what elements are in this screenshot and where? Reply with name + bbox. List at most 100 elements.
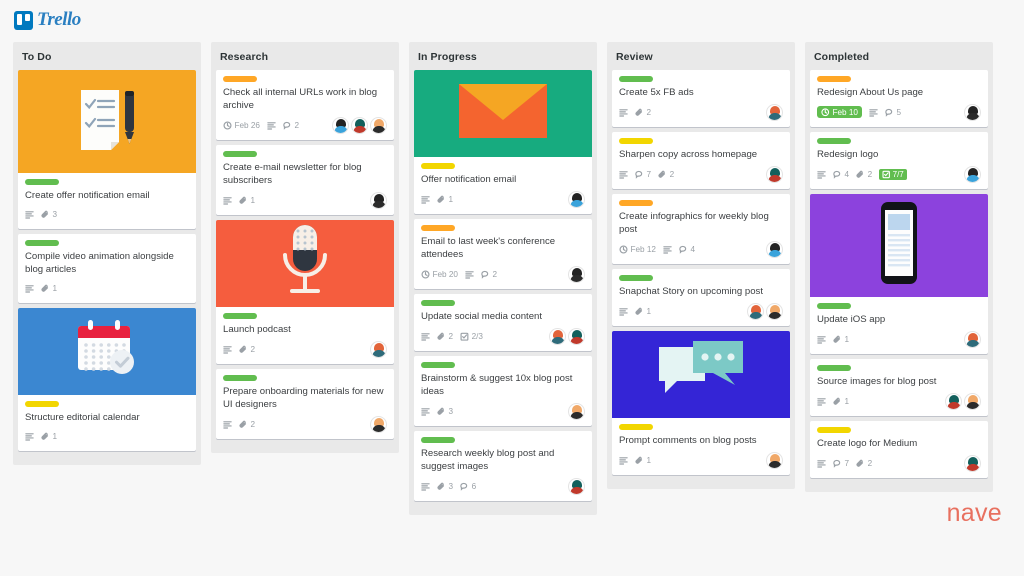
description-meta (817, 335, 826, 344)
board-card[interactable]: Update social media content 2 2/3 (414, 293, 592, 351)
comment-icon (833, 170, 842, 179)
avatar[interactable] (766, 240, 783, 258)
card-label-green[interactable] (421, 361, 455, 368)
column-title[interactable]: In Progress (409, 42, 597, 70)
card-cover[interactable] (612, 330, 790, 418)
card-label-green[interactable] (25, 239, 59, 246)
board-card[interactable]: Create 5x FB ads 2 (612, 70, 790, 127)
board-card[interactable]: Prompt comments on blog posts 1 (612, 330, 790, 475)
avatar[interactable] (964, 392, 981, 410)
avatar[interactable] (964, 454, 981, 472)
board-card[interactable]: Structure editorial calendar 1 (18, 307, 196, 451)
avatar[interactable] (370, 415, 387, 433)
card-label-yellow[interactable] (619, 423, 653, 430)
card-meta-row: 1 (817, 330, 981, 348)
comment-meta: 7 (833, 459, 849, 468)
description-meta (619, 108, 628, 117)
card-label-green[interactable] (223, 312, 257, 319)
card-label-green[interactable] (619, 274, 653, 281)
avatar[interactable] (964, 103, 981, 121)
avatar[interactable] (964, 165, 981, 183)
card-label-green[interactable] (421, 299, 455, 306)
card-members (370, 340, 387, 358)
card-cover[interactable] (810, 193, 988, 297)
trello-logo[interactable]: Trello (14, 9, 81, 31)
avatar[interactable] (945, 392, 962, 410)
card-meta-row: 2 (223, 340, 387, 358)
description-meta (267, 121, 276, 130)
avatar[interactable] (568, 327, 585, 345)
avatar[interactable] (766, 165, 783, 183)
board-card[interactable]: Check all internal URLs work in blog arc… (216, 70, 394, 140)
card-label-yellow[interactable] (619, 137, 653, 144)
avatar[interactable] (332, 116, 349, 134)
avatar-body (551, 337, 564, 344)
card-label-green[interactable] (619, 76, 653, 82)
checklist-meta: 2/3 (460, 332, 483, 341)
board-card[interactable]: Create infographics for weekly blog post… (612, 193, 790, 264)
board-card[interactable]: Sharpen copy across homepage 7 2 (612, 131, 790, 189)
board-card[interactable]: Redesign About Us page Feb 10 5 (810, 70, 988, 127)
board-card[interactable]: Source images for blog post 1 (810, 358, 988, 416)
card-label-green[interactable] (421, 436, 455, 443)
column-title[interactable]: To Do (13, 42, 201, 70)
card-label-orange[interactable] (619, 199, 653, 206)
card-label-yellow[interactable] (817, 426, 851, 433)
avatar[interactable] (747, 302, 764, 320)
card-cover[interactable] (18, 70, 196, 173)
card-label-green[interactable] (817, 137, 851, 144)
card-label-yellow[interactable] (421, 163, 455, 169)
avatar[interactable] (568, 477, 585, 495)
board-card[interactable]: Redesign logo 4 2 7/7 (810, 131, 988, 189)
avatar[interactable] (370, 340, 387, 358)
card-label-orange[interactable] (421, 224, 455, 231)
card-meta-row: 2 2/3 (421, 327, 585, 345)
avatar[interactable] (568, 402, 585, 420)
comment-icon (679, 245, 688, 254)
attachment-meta-value: 2 (669, 169, 675, 179)
board-card[interactable]: Brainstorm & suggest 10x blog post ideas… (414, 355, 592, 426)
avatar[interactable] (351, 116, 368, 134)
card-title: Create 5x FB ads (619, 87, 694, 98)
board-card[interactable]: Research weekly blog post and suggest im… (414, 430, 592, 501)
card-label-green[interactable] (223, 150, 257, 157)
card-label-orange[interactable] (817, 76, 851, 82)
board-card[interactable]: Create e-mail newsletter for blog subscr… (216, 144, 394, 215)
avatar[interactable] (766, 302, 783, 320)
avatar[interactable] (370, 191, 387, 209)
board-card[interactable]: Snapchat Story on upcoming post 1 (612, 268, 790, 326)
card-label-green[interactable] (817, 364, 851, 371)
board-card[interactable]: Update iOS app 1 (810, 193, 988, 354)
avatar[interactable] (766, 451, 783, 469)
board-card[interactable]: Prepare onboarding materials for new UI … (216, 368, 394, 439)
avatar[interactable] (568, 190, 585, 208)
card-label-green[interactable] (25, 179, 59, 185)
due-date-badge[interactable]: Feb 10 (817, 106, 862, 119)
card-label-yellow[interactable] (25, 400, 59, 407)
avatar[interactable] (766, 103, 783, 121)
card-label-green[interactable] (223, 374, 257, 381)
card-label-green[interactable] (817, 302, 851, 309)
board-card[interactable]: Email to last week's conference attendee… (414, 218, 592, 289)
description-icon (267, 121, 276, 130)
board-card[interactable]: Offer notification email 1 (414, 70, 592, 214)
card-members (964, 330, 981, 348)
description-meta (869, 108, 878, 117)
card-cover[interactable] (216, 219, 394, 307)
avatar[interactable] (964, 330, 981, 348)
card-cover[interactable] (414, 70, 592, 157)
avatar[interactable] (370, 116, 387, 134)
card-cover[interactable] (18, 307, 196, 395)
board-card[interactable]: Launch podcast 2 (216, 219, 394, 364)
card-members (766, 240, 783, 258)
avatar[interactable] (568, 265, 585, 283)
column-title[interactable]: Research (211, 42, 399, 70)
board-card[interactable]: Compile video animation alongside blog a… (18, 233, 196, 303)
checklist-badge[interactable]: 7/7 (879, 168, 907, 180)
board-card[interactable]: Create offer notification email 3 (18, 70, 196, 229)
board-card[interactable]: Create logo for Medium 7 2 (810, 420, 988, 478)
column-title[interactable]: Completed (805, 42, 993, 70)
card-label-orange[interactable] (223, 76, 257, 82)
avatar[interactable] (549, 327, 566, 345)
column-title[interactable]: Review (607, 42, 795, 70)
